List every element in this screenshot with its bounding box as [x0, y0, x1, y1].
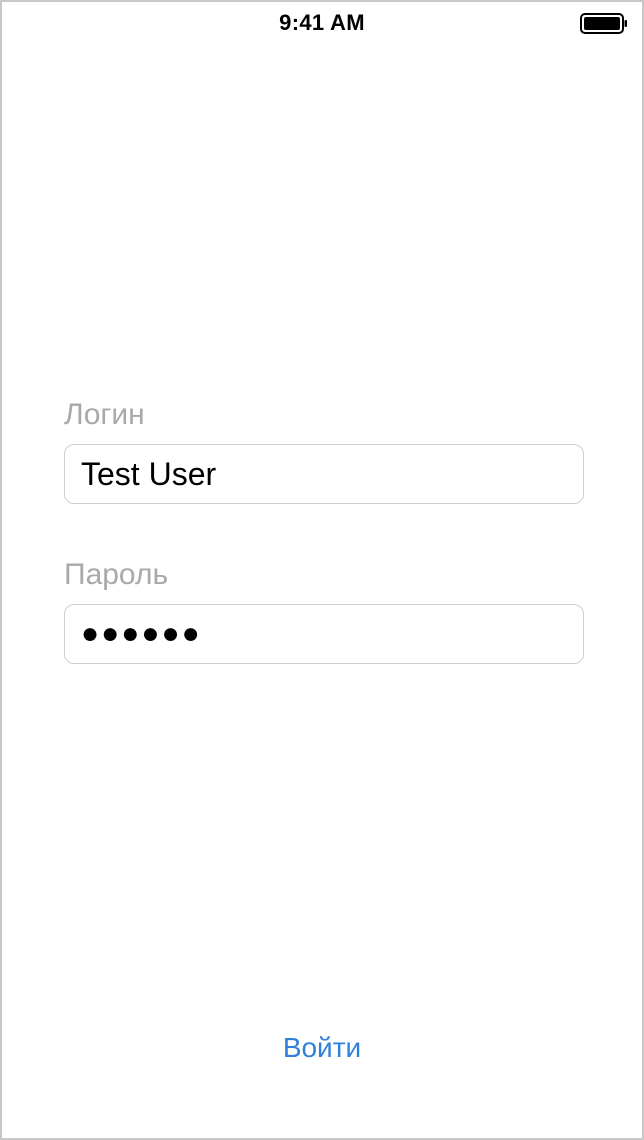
password-field-value: ●●●●●●: [81, 617, 202, 650]
password-field[interactable]: ●●●●●●: [64, 604, 584, 664]
status-bar: 9:41 AM: [2, 2, 642, 46]
battery-full-icon: [580, 13, 627, 34]
login-button[interactable]: Войти: [2, 1032, 642, 1064]
login-screen: 9:41 AM Логин Test User Пароль ●●●●●● Во…: [0, 0, 644, 1140]
login-field[interactable]: Test User: [64, 444, 584, 504]
login-field-value: Test User: [81, 455, 217, 492]
status-time: 9:41 AM: [279, 10, 365, 35]
login-label: Логин: [64, 398, 145, 431]
password-label: Пароль: [64, 558, 169, 591]
